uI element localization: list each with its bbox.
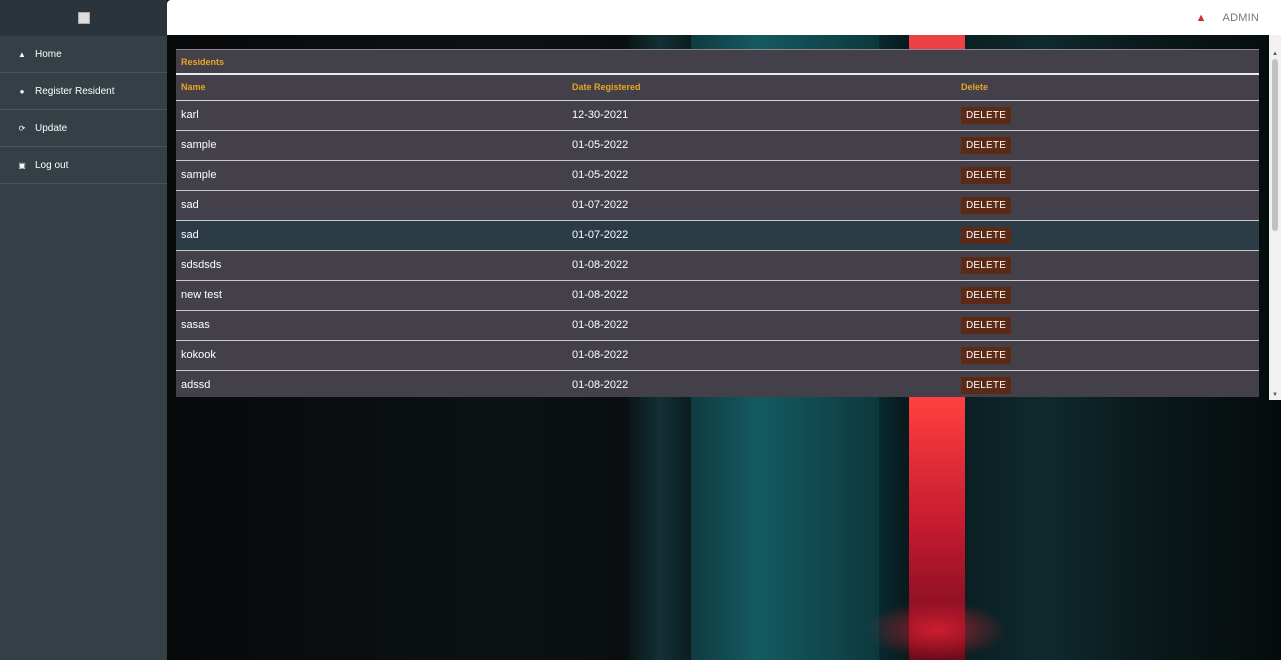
- residents-table: Name Date Registered Delete karl 12-30-2…: [176, 75, 1259, 397]
- cell-date: 01-07-2022: [567, 220, 956, 251]
- sidebar-item-label: Register Resident: [35, 85, 115, 97]
- cell-date: 01-08-2022: [567, 370, 956, 397]
- broken-image-icon: [77, 12, 90, 24]
- table-row: sasas 01-08-2022 DELETE: [176, 310, 1259, 341]
- scrollbar-thumb[interactable]: [1272, 59, 1278, 231]
- top-bar: ▲ ADMIN: [167, 0, 1281, 35]
- vertical-scrollbar[interactable]: ▲ ▼: [1269, 35, 1281, 400]
- cell-date: 01-08-2022: [567, 310, 956, 341]
- cell-name: sasas: [176, 310, 567, 341]
- logo-area: [0, 0, 167, 36]
- cell-date: 01-08-2022: [567, 250, 956, 281]
- column-header-delete: Delete: [956, 75, 1259, 101]
- sidebar-item-register-resident[interactable]: ● Register Resident: [0, 73, 167, 110]
- sidebar-item-label: Log out: [35, 159, 69, 171]
- delete-button[interactable]: DELETE: [961, 106, 1012, 124]
- delete-button[interactable]: DELETE: [961, 286, 1012, 304]
- table-row: sample 01-05-2022 DELETE: [176, 130, 1259, 161]
- cell-name: adssd: [176, 370, 567, 397]
- delete-button[interactable]: DELETE: [961, 376, 1012, 394]
- cell-name: new test: [176, 280, 567, 311]
- cell-name: sample: [176, 130, 567, 161]
- table-row: sad 01-07-2022 DELETE: [176, 190, 1259, 221]
- delete-button[interactable]: DELETE: [961, 226, 1012, 244]
- table-row-hovered: sad 01-07-2022 DELETE: [176, 220, 1259, 251]
- sidebar-item-label: Home: [35, 48, 62, 60]
- cell-name: sad: [176, 190, 567, 221]
- logout-icon: ▣: [18, 160, 26, 170]
- table-row: kokook 01-08-2022 DELETE: [176, 340, 1259, 371]
- users-icon: ●: [19, 86, 25, 96]
- bell-icon[interactable]: ▲: [1196, 12, 1207, 24]
- table-header-row: Name Date Registered Delete: [176, 75, 1259, 101]
- residents-panel: Residents Name Date Registered Delete ka…: [176, 49, 1259, 397]
- table-row: new test 01-08-2022 DELETE: [176, 280, 1259, 311]
- table-row: karl 12-30-2021 DELETE: [176, 100, 1259, 131]
- column-header-date: Date Registered: [567, 75, 956, 101]
- table-row: adssd 01-08-2022 DELETE: [176, 370, 1259, 397]
- cell-date: 01-08-2022: [567, 340, 956, 371]
- cell-date: 01-05-2022: [567, 160, 956, 191]
- home-icon: ▲: [18, 49, 26, 59]
- table-row: sample 01-05-2022 DELETE: [176, 160, 1259, 191]
- refresh-icon: ⟳: [18, 123, 26, 133]
- cell-name: sad: [176, 220, 567, 251]
- cell-name: kokook: [176, 340, 567, 371]
- cell-name: sdsdsds: [176, 250, 567, 281]
- user-name[interactable]: ADMIN: [1223, 12, 1259, 24]
- panel-title: Residents: [176, 49, 1259, 75]
- sidebar: ▲ Home ● Register Resident ⟳ Update ▣ Lo…: [0, 0, 167, 660]
- delete-button[interactable]: DELETE: [961, 256, 1012, 274]
- delete-button[interactable]: DELETE: [961, 196, 1012, 214]
- delete-button[interactable]: DELETE: [961, 316, 1012, 334]
- cell-date: 01-05-2022: [567, 130, 956, 161]
- cell-name: sample: [176, 160, 567, 191]
- sidebar-item-home[interactable]: ▲ Home: [0, 36, 167, 73]
- table-row: sdsdsds 01-08-2022 DELETE: [176, 250, 1259, 281]
- column-header-name: Name: [176, 75, 567, 101]
- cell-date: 01-08-2022: [567, 280, 956, 311]
- sidebar-item-update[interactable]: ⟳ Update: [0, 110, 167, 147]
- delete-button[interactable]: DELETE: [961, 136, 1012, 154]
- cell-name: karl: [176, 100, 567, 131]
- cell-date: 12-30-2021: [567, 100, 956, 131]
- scroll-up-icon[interactable]: ▲: [1272, 51, 1278, 57]
- scroll-down-icon[interactable]: ▼: [1272, 392, 1278, 398]
- cell-date: 01-07-2022: [567, 190, 956, 221]
- sidebar-item-log-out[interactable]: ▣ Log out: [0, 147, 167, 184]
- delete-button[interactable]: DELETE: [961, 166, 1012, 184]
- sidebar-item-label: Update: [35, 122, 68, 134]
- delete-button[interactable]: DELETE: [961, 346, 1012, 364]
